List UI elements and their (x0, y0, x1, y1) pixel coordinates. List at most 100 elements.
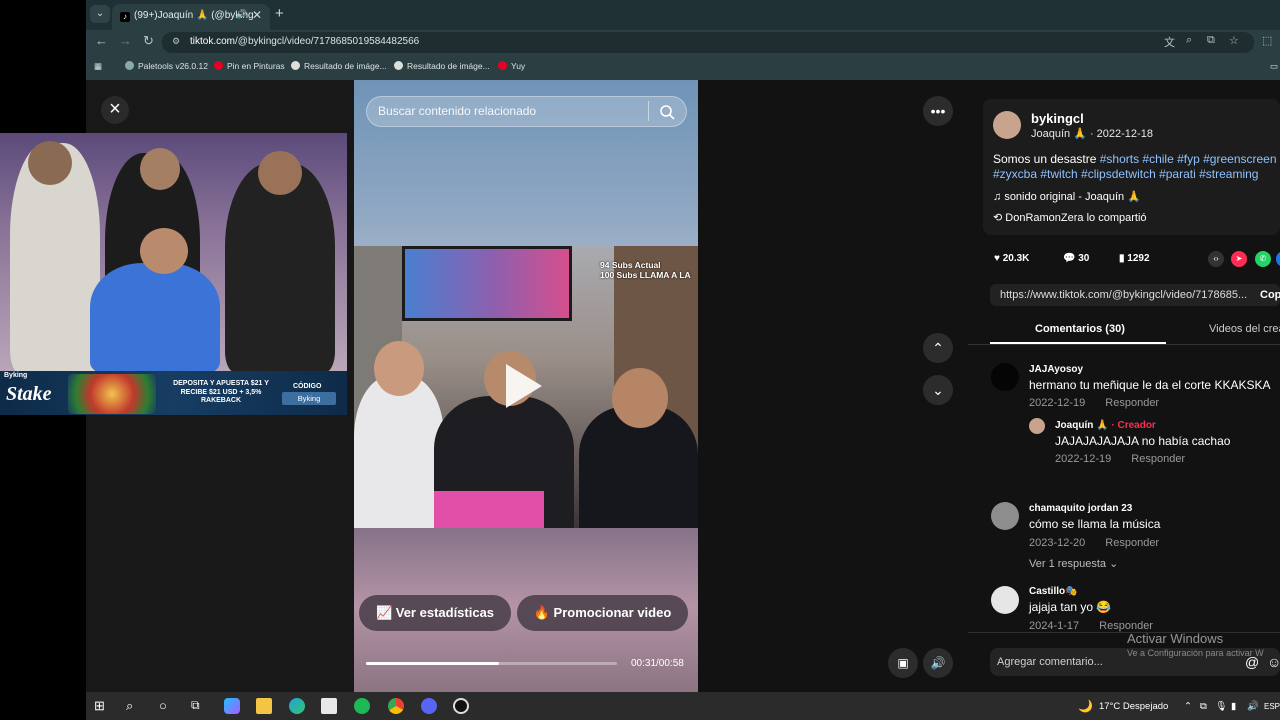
bookmark-item[interactable]: Yuy (498, 61, 525, 71)
bookmark-item[interactable]: Resultado de imáge... (291, 61, 387, 71)
send-icon[interactable]: ➤ (1231, 251, 1247, 267)
weather-text[interactable]: 17°C Despejado (1099, 701, 1168, 712)
windows-start-icon[interactable]: ⊞ (94, 698, 110, 714)
language-indicator[interactable]: ESP (1264, 702, 1280, 711)
copy-link-button[interactable]: Copi (1260, 289, 1280, 301)
author-avatar[interactable] (993, 111, 1021, 139)
comment-button[interactable]: 💬 30 (1063, 253, 1089, 264)
view-stats-button[interactable]: 📈 Ver estadísticas (359, 595, 511, 631)
translate-icon[interactable]: 文 (1164, 34, 1175, 50)
video-pink-shorts (434, 491, 544, 528)
video-frame: 94 Subs Actual 100 Subs LLAMA A LA (354, 246, 698, 528)
commenter-avatar[interactable] (991, 502, 1019, 530)
site-info-icon[interactable]: ⚙ (172, 36, 180, 47)
webcam-person-head (140, 228, 188, 274)
apps-grid-icon[interactable]: ▦ (94, 61, 102, 72)
pip-icon[interactable]: ▣ (888, 648, 918, 678)
chrome-icon[interactable] (388, 698, 404, 714)
discord-icon[interactable] (421, 698, 437, 714)
comment-username[interactable]: Joaquín 🙏 · Creador (1055, 420, 1156, 431)
commenter-avatar[interactable] (991, 363, 1019, 391)
commenter-avatar[interactable] (991, 586, 1019, 614)
tab-creator-videos[interactable]: Videos del crea (1209, 323, 1280, 335)
bookmark-item[interactable]: Resultado de imáge... (394, 61, 490, 71)
audio-playing-icon[interactable]: 🔊 (236, 9, 247, 20)
emoji-icon[interactable]: ☺ (1267, 654, 1280, 670)
progress-fill (366, 662, 500, 665)
bookmark-item[interactable]: Pin en Pinturas (214, 61, 285, 71)
like-button[interactable]: ♥ 20.3K (994, 253, 1029, 264)
task-view-icon[interactable]: ⧉ (191, 698, 207, 714)
hashtags[interactable]: #zyxcba #twitch #clipsdetwitch #parati #… (993, 167, 1258, 181)
promote-video-button[interactable]: 🔥 Promocionar video (517, 595, 688, 631)
extensions-icon[interactable]: ⬚ (1262, 34, 1272, 47)
reload-icon[interactable]: ↻ (143, 33, 154, 49)
video-tv (402, 246, 572, 321)
play-icon[interactable] (506, 364, 542, 408)
casino-graphic (68, 374, 156, 414)
bookmark-star-icon[interactable]: ☆ (1229, 34, 1239, 47)
network-icon[interactable]: ▮ (1231, 701, 1236, 712)
search-taskbar-icon[interactable]: ⌕ (126, 698, 142, 714)
comment-username[interactable]: Castillo🎭 (1029, 586, 1078, 597)
tray-apps-icon[interactable]: ⧉ (1200, 701, 1207, 712)
forward-icon[interactable]: → (119, 33, 132, 48)
tab-comments[interactable]: Comentarios (30) (1035, 323, 1125, 335)
comment-icon: 💬 (1063, 253, 1079, 264)
tray-chevron-icon[interactable]: ⌃ (1184, 701, 1192, 712)
bookmark-item[interactable]: Paletools v26.0.12 (125, 61, 208, 71)
post-description: Somos un desastre #shorts #chile #fyp #g… (993, 152, 1277, 181)
speaker-icon[interactable]: 🔊 (1247, 701, 1259, 712)
reply-button[interactable]: Responder (1131, 453, 1185, 465)
video-person (354, 376, 444, 528)
microphone-icon[interactable]: 🎙 (1215, 701, 1227, 712)
other-bookmarks-icon[interactable]: ▭ (1270, 61, 1278, 72)
weather-icon: 🌙 (1078, 699, 1093, 713)
view-replies-button[interactable]: Ver 1 respuesta ⌄ (1029, 557, 1118, 570)
pinterest-icon (498, 61, 507, 70)
obs-icon[interactable] (453, 698, 469, 714)
webcam-person-head (28, 141, 72, 185)
webcam-person-front (90, 263, 220, 373)
store-icon[interactable] (321, 698, 337, 714)
close-video-button[interactable]: × (101, 96, 129, 124)
commenter-avatar[interactable] (1029, 418, 1045, 434)
new-tab-icon[interactable]: + (275, 5, 284, 22)
copilot-icon[interactable] (224, 698, 240, 714)
comment-username[interactable]: JAJAyosoy (1029, 364, 1083, 375)
comment-text: cómo se llama la música (1029, 517, 1161, 531)
reply-button[interactable]: Responder (1105, 537, 1159, 549)
creator-badge: · Creador (1111, 420, 1156, 431)
tiktok-favicon-icon: ♪ (120, 12, 130, 22)
more-options-icon[interactable]: ••• (923, 96, 953, 126)
embed-icon[interactable]: ‹› (1208, 251, 1224, 267)
file-explorer-icon[interactable] (256, 698, 272, 714)
sound-link[interactable]: ♫ sonido original - Joaquín 🙏 (993, 190, 1141, 203)
save-button[interactable]: ▮ 1292 (1119, 253, 1150, 264)
whatsapp-icon[interactable]: ✆ (1255, 251, 1271, 267)
promo-text: DEPOSITA Y APUESTA $21 Y RECIBE $21 USD … (173, 380, 269, 404)
search-icon[interactable] (659, 104, 675, 120)
author-username[interactable]: bykingcl (1031, 111, 1084, 126)
next-video-icon[interactable]: ⌄ (923, 375, 953, 405)
comment-username[interactable]: chamaquito jordan 23 (1029, 503, 1132, 514)
reply-button[interactable]: Responder (1105, 397, 1159, 409)
previous-video-icon[interactable]: ⌃ (923, 333, 953, 363)
tab-search-chevron-icon[interactable]: ⌄ (90, 5, 110, 23)
back-icon[interactable]: ← (95, 33, 108, 48)
chart-icon: 📈 (375, 605, 396, 620)
edge-icon[interactable] (289, 698, 305, 714)
globe-icon (125, 61, 134, 70)
install-app-icon[interactable]: ⧉ (1207, 34, 1215, 47)
volume-icon[interactable]: 🔊 (923, 648, 953, 678)
cortana-icon[interactable]: ○ (159, 698, 175, 714)
spotify-icon[interactable] (354, 698, 370, 714)
webcam-person-head (258, 151, 302, 195)
hashtags[interactable]: #shorts #chile #fyp #greenscreen (1100, 152, 1277, 166)
activate-windows-title: Activar Windows (1127, 631, 1224, 646)
flame-icon: 🔥 (533, 605, 554, 620)
close-tab-icon[interactable]: ✕ (252, 8, 262, 22)
video-time: 00:31/00:58 (631, 658, 684, 669)
video-link[interactable]: https://www.tiktok.com/@bykingcl/video/7… (1000, 289, 1247, 301)
zoom-icon[interactable]: ⌕ (1186, 34, 1192, 47)
